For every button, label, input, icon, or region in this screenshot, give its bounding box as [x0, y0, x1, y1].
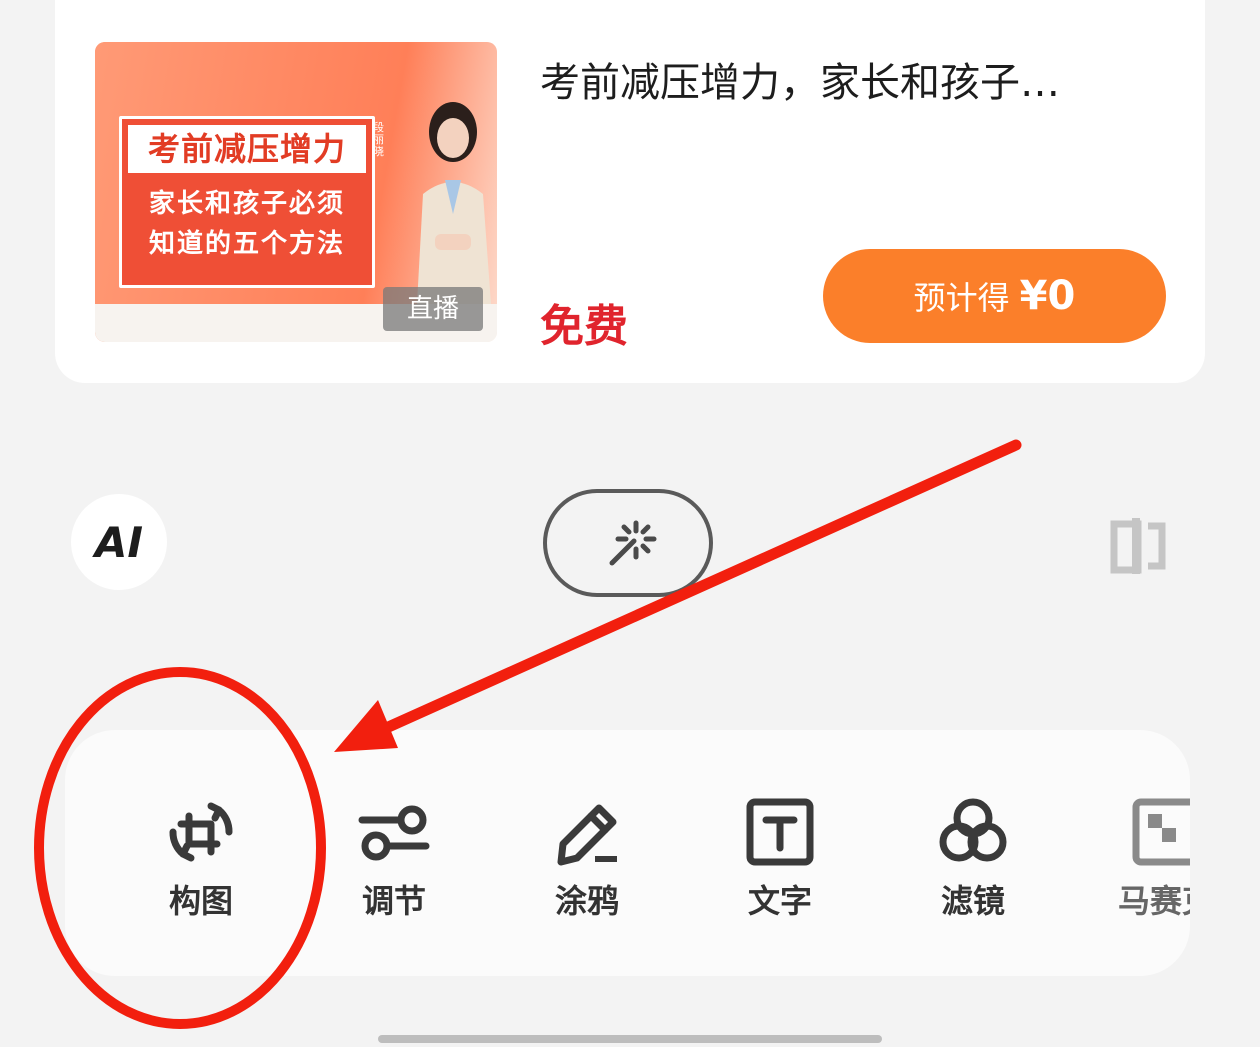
pointer-arrowhead [334, 700, 398, 752]
annotation-overlay [34, 439, 1022, 1029]
pointer-arrow [369, 439, 1022, 739]
home-indicator[interactable] [378, 1035, 882, 1043]
highlight-ellipse [34, 667, 326, 1029]
